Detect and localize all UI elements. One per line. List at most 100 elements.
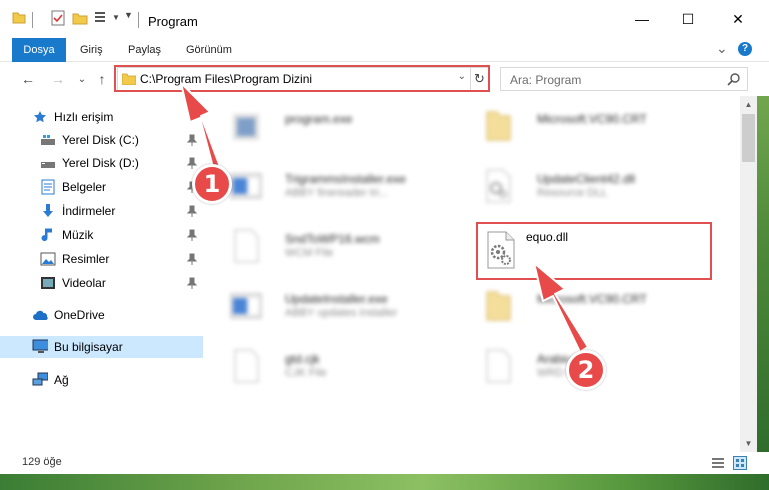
pin-icon[interactable] (187, 253, 197, 265)
navigation-pane: Hızlı erişim Yerel Disk (C:) Yerel Disk … (0, 96, 203, 448)
search-input[interactable]: Ara: Program (500, 67, 748, 91)
list-item[interactable]: TrigrammsInstaller.exe ABBY finereader t… (215, 160, 455, 212)
maximize-button[interactable]: ☐ (665, 0, 711, 38)
blank-file-icon (486, 349, 511, 383)
properties-button[interactable] (50, 10, 66, 26)
list-item[interactable]: UpdateClient42.dll Resource DLL (467, 160, 707, 212)
refresh-button[interactable]: ↻ (470, 67, 490, 91)
tab-view[interactable]: Görünüm (176, 38, 242, 62)
file-name: UpdateClient42.dll (537, 172, 636, 186)
file-description: WCM File (285, 247, 334, 259)
blank-file-icon (234, 229, 259, 263)
scroll-down-icon[interactable]: ▼ (740, 435, 757, 452)
help-icon[interactable]: ? (738, 42, 752, 56)
sidebar-item-disk-d[interactable]: Yerel Disk (D:) (0, 152, 203, 174)
properties-icon (51, 10, 65, 26)
title-bar: ▼ ▼ Program — ☐ ✕ (0, 0, 769, 38)
scrollbar-thumb[interactable] (742, 114, 755, 162)
videos-icon (40, 275, 56, 291)
folder-icon (12, 12, 26, 24)
pictures-icon (40, 251, 56, 267)
pin-icon[interactable] (187, 277, 197, 289)
sidebar-item-documents[interactable]: Belgeler (0, 176, 203, 198)
file-name: TrigrammsInstaller.exe (285, 172, 406, 186)
vertical-scrollbar[interactable]: ▲ ▼ (740, 96, 757, 452)
toolbar-dropdown[interactable]: ▼ (124, 10, 133, 20)
list-item[interactable]: gtd.cjk CJK File (215, 340, 455, 392)
desktop-wallpaper (0, 474, 769, 490)
sidebar-item-onedrive[interactable]: OneDrive (0, 304, 203, 326)
tab-home[interactable]: Giriş (70, 38, 113, 62)
toolbar-separator (138, 12, 139, 28)
highlighted-file-equo-dll[interactable]: equo.dll (476, 222, 712, 280)
new-folder-button[interactable] (72, 10, 88, 26)
star-icon (32, 109, 48, 125)
sidebar-item-label: Ağ (54, 373, 69, 387)
customize-toolbar-button[interactable]: ▼ (94, 10, 120, 24)
exe-icon (233, 114, 259, 140)
sidebar-item-downloads[interactable]: İndirmeler (0, 200, 203, 222)
dll-icon (486, 169, 511, 203)
drive-icon (40, 132, 56, 148)
file-description: Resource DLL (537, 187, 608, 199)
window-title: Program (148, 14, 198, 29)
close-button[interactable]: ✕ (715, 0, 761, 38)
sidebar-item-label: OneDrive (54, 308, 105, 322)
sidebar-item-label: Yerel Disk (C:) (62, 133, 139, 147)
forward-button[interactable]: → (48, 70, 68, 88)
sidebar-item-label: Resimler (62, 252, 110, 266)
toolbar-separator (32, 12, 33, 28)
network-icon (32, 372, 48, 388)
dll-icon (487, 231, 515, 269)
step-badge-1: 1 (192, 164, 232, 204)
chevron-down-icon: ▼ (112, 12, 120, 22)
scroll-up-icon[interactable]: ▲ (740, 96, 757, 113)
large-icons-view-icon[interactable] (733, 456, 747, 470)
sidebar-item-disk-c[interactable]: Yerel Disk (C:) (0, 129, 203, 151)
list-item[interactable]: program.exe (215, 100, 455, 152)
sidebar-item-this-pc[interactable]: Bu bilgisayar (0, 336, 203, 358)
sidebar-item-pictures[interactable]: Resimler (0, 248, 203, 270)
details-view-icon[interactable] (711, 457, 725, 469)
file-name: UpdateInstaller.exe (285, 292, 388, 306)
search-placeholder: Ara: Program (510, 73, 582, 87)
up-button[interactable]: ↑ (92, 70, 112, 88)
downloads-icon (40, 203, 56, 219)
file-name: Microsoft.VC90.CRT (537, 292, 647, 306)
sidebar-item-label: Bu bilgisayar (54, 340, 123, 354)
sidebar-item-videos[interactable]: Videolar (0, 272, 203, 294)
search-icon[interactable] (727, 72, 741, 86)
pin-icon[interactable] (187, 157, 197, 169)
blank-file-icon (234, 349, 259, 383)
file-name: Microsoft.VC90.CRT (537, 112, 647, 126)
ribbon-tabs: Dosya Giriş Paylaş Görünüm ⌄ ? (0, 38, 769, 90)
ribbon-collapse-icon[interactable]: ⌄ (716, 40, 728, 57)
list-item[interactable]: UpdateInstaller.exe ABBY updates install… (215, 280, 455, 332)
list-item[interactable]: Microsoft.VC90.CRT (467, 280, 707, 332)
sidebar-item-label: İndirmeler (62, 204, 116, 218)
recent-locations-button[interactable]: ⌄ (72, 70, 92, 88)
sidebar-item-label: Hızlı erişim (54, 110, 114, 124)
pin-icon[interactable] (187, 229, 197, 241)
minimize-button[interactable]: — (619, 0, 665, 38)
tab-share[interactable]: Paylaş (118, 38, 171, 62)
list-item[interactable]: Microsoft.VC90.CRT (467, 100, 707, 152)
view-options-icon (95, 12, 105, 22)
sidebar-item-quick-access[interactable]: Hızlı erişim (0, 106, 203, 128)
item-count: 129 öğe (22, 456, 62, 468)
pin-icon[interactable] (187, 205, 197, 217)
navigation-bar: ← → ⌄ ↑ C:\Program Files\Program Dizini … (0, 62, 769, 96)
sidebar-item-label: Müzik (62, 228, 94, 242)
computer-icon (32, 339, 48, 355)
list-item[interactable]: SndToWP16.wcm WCM File (215, 220, 455, 272)
sidebar-item-network[interactable]: Ağ (0, 369, 203, 391)
address-bar[interactable]: C:\Program Files\Program Dizini ⌄ (117, 67, 471, 91)
chevron-down-icon[interactable]: ⌄ (458, 71, 466, 82)
installer-icon (230, 173, 262, 199)
file-name: equo.dll (526, 230, 569, 244)
file-description: CJK File (285, 367, 327, 379)
back-button[interactable]: ← (18, 70, 38, 88)
file-name: gtd.cjk (285, 352, 320, 366)
pin-icon[interactable] (187, 134, 197, 146)
sidebar-item-music[interactable]: Müzik (0, 224, 203, 246)
